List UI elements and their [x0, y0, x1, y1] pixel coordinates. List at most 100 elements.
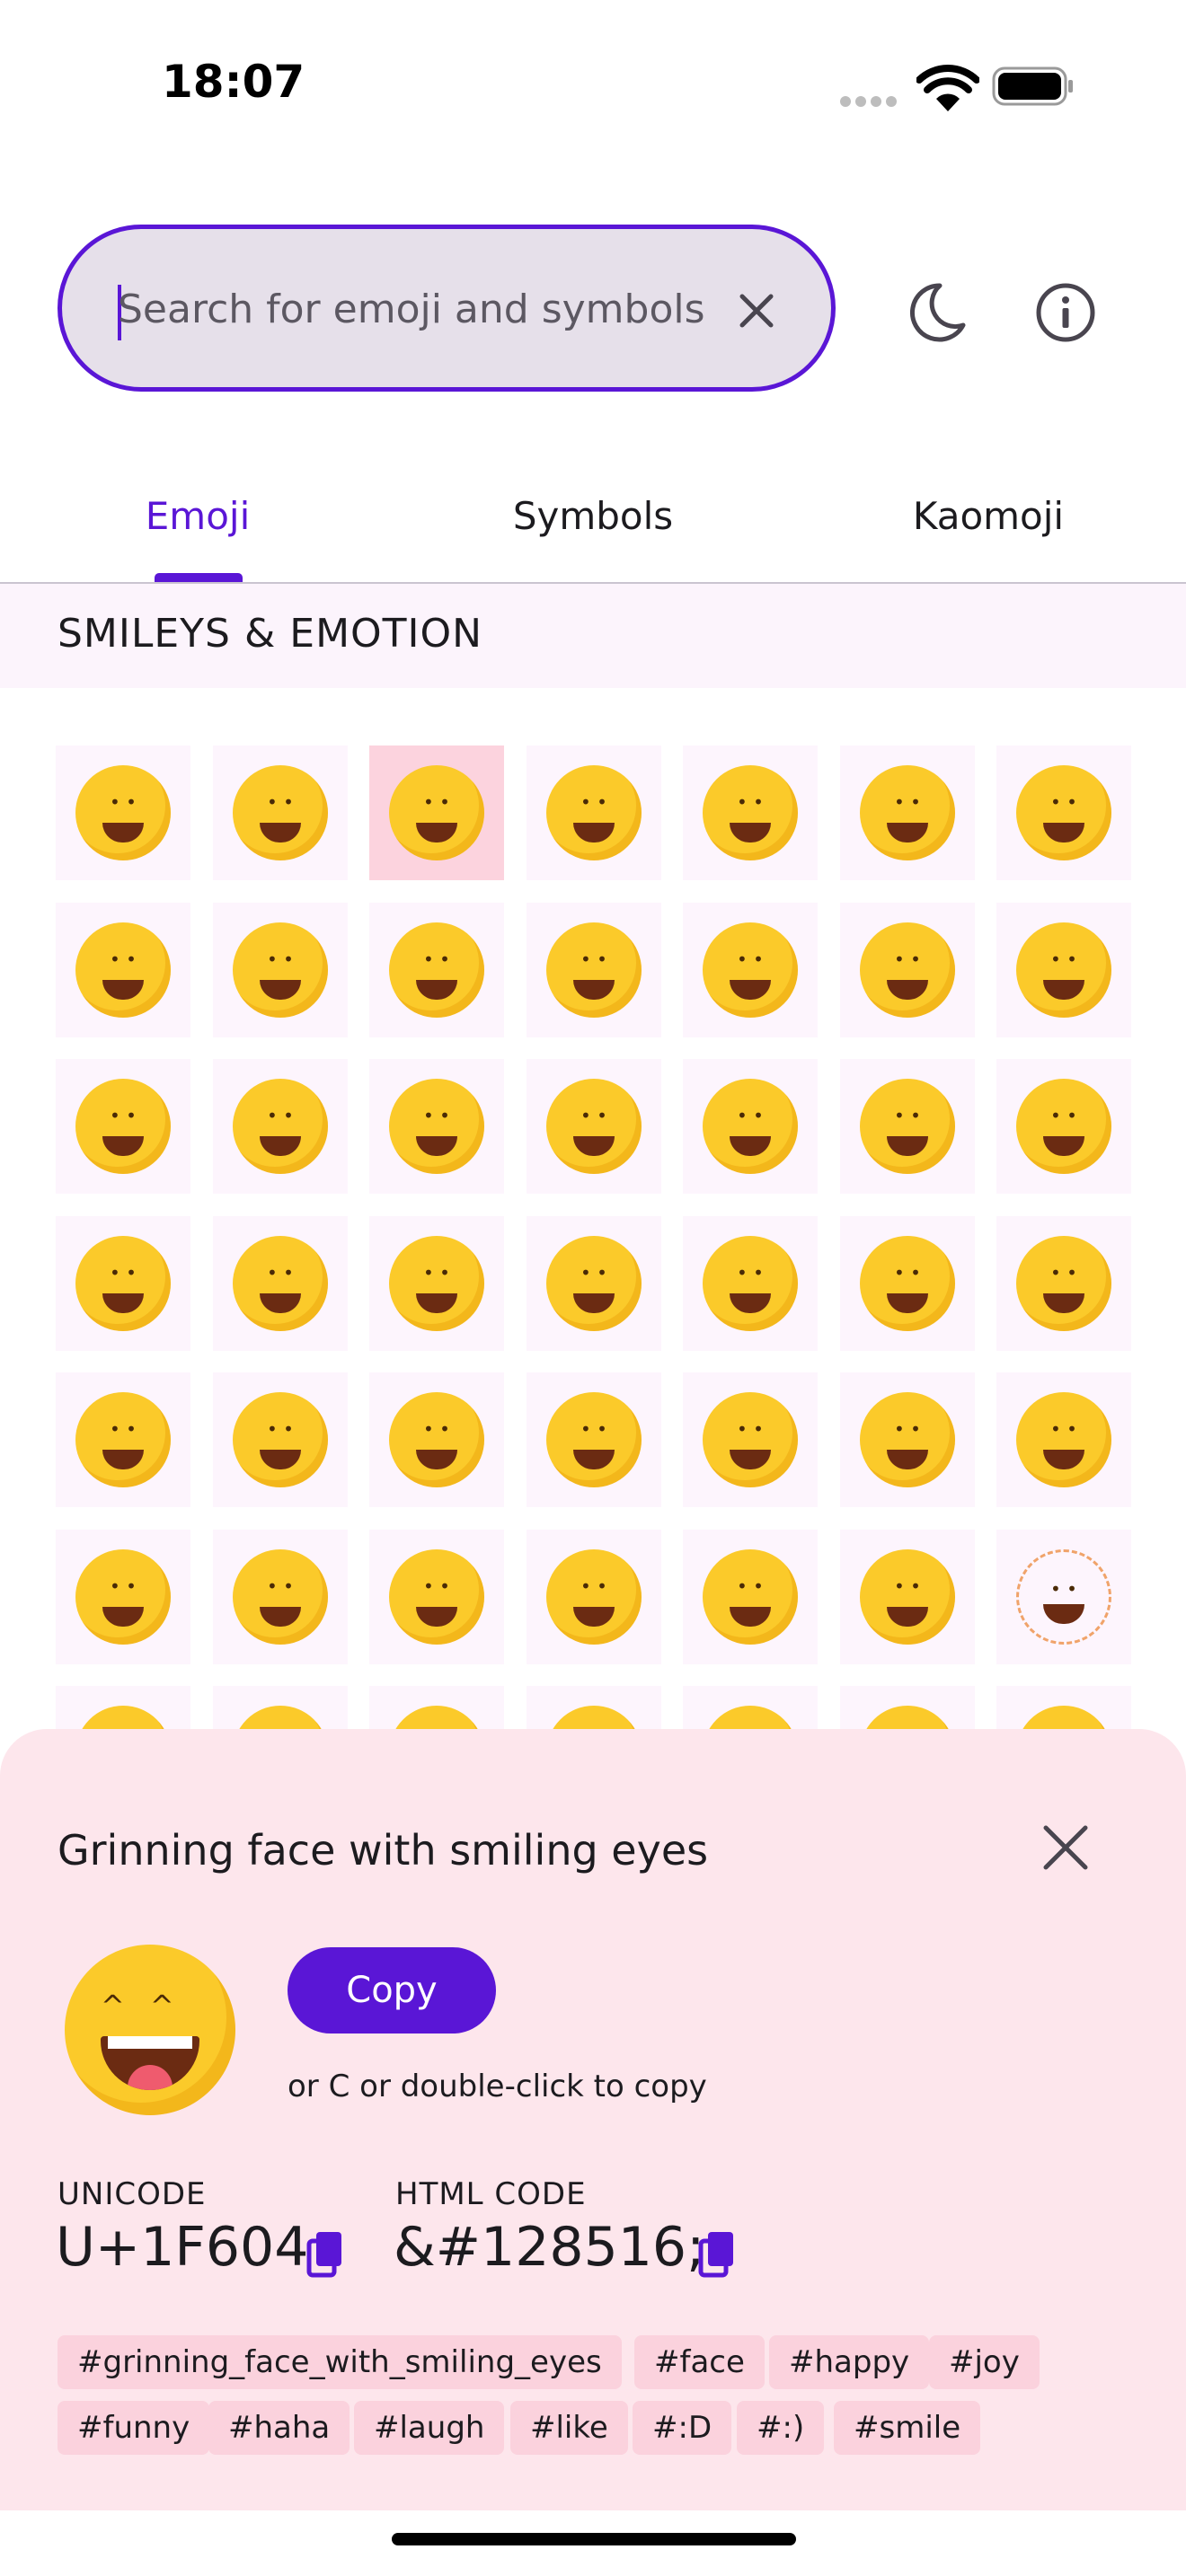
emoji-cell-face-savoring-food[interactable]: • • [369, 1216, 504, 1351]
emoji-name: Grinning face with smiling eyes [58, 1826, 709, 1875]
face-with-peeking-eye-icon: • • [703, 1392, 798, 1487]
zipper-mouth-face-icon: • • [233, 1549, 328, 1645]
emoji-cell-face-with-raised-eyebrow[interactable]: • • [369, 1530, 504, 1664]
face-without-mouth-icon: • • [860, 1549, 955, 1645]
tag-chip[interactable]: #smile [834, 2401, 981, 2455]
copy-hint: or C or double-click to copy [288, 2069, 707, 2104]
emoji-cell-winking-face[interactable]: • • [683, 903, 818, 1037]
active-tab-indicator [155, 573, 243, 582]
battery-icon [992, 66, 1073, 106]
status-bar: 18:07 [0, 0, 1186, 171]
info-icon[interactable] [1028, 275, 1103, 350]
emoji-cell-smiling-face-with-tear[interactable]: • • [213, 1216, 348, 1351]
tag-chip[interactable]: #:) [737, 2401, 825, 2455]
emoji-cell-dotted-line-face[interactable]: • • [996, 1530, 1131, 1664]
emoji-cell[interactable] [527, 1686, 661, 1734]
emoji-cell-expressionless-face[interactable]: • • [683, 1530, 818, 1664]
emoji-cell-smiling-face-with-open-hands[interactable]: • • [213, 1372, 348, 1507]
emoji-cell-grinning-face-with-big-eyes[interactable]: • • [213, 745, 348, 880]
tag-chip[interactable]: #joy [929, 2335, 1040, 2389]
emoji-cell[interactable] [56, 1686, 190, 1734]
face-savoring-food-icon: • • [389, 1236, 484, 1331]
emoji-cell[interactable] [369, 1686, 504, 1734]
face-with-tongue-icon: • • [546, 1236, 642, 1331]
emoji-cell-rolling-on-floor-laughing[interactable]: • • [996, 745, 1131, 880]
emoji-cell-face-with-tears-of-joy[interactable]: • • [56, 903, 190, 1037]
emoji-cell-star-struck[interactable]: • • [369, 1059, 504, 1194]
emoji-cell-money-mouth-face[interactable]: • • [56, 1372, 190, 1507]
emoji-cell-zany-face[interactable]: • • [840, 1216, 975, 1351]
emoji-cell[interactable] [683, 1686, 818, 1734]
tag-chip[interactable]: #:D [633, 2401, 732, 2455]
copy-html-code-icon[interactable] [697, 2228, 737, 2279]
copy-unicode-icon[interactable] [305, 2228, 345, 2279]
emoji-cell-neutral-face[interactable]: • • [527, 1530, 661, 1664]
emoji-cell-thinking-face[interactable]: • • [996, 1372, 1131, 1507]
slightly-smiling-face-icon: • • [233, 922, 328, 1018]
emoji-cell-grinning-squinting-face[interactable]: • • [683, 745, 818, 880]
smiling-face-with-open-hands-icon: • • [233, 1392, 328, 1487]
emoji-cell-shushing-face[interactable]: • • [840, 1372, 975, 1507]
tab-kaomoji[interactable]: Kaomoji [881, 494, 1096, 538]
emoji-cell-face-without-mouth[interactable]: • • [840, 1530, 975, 1664]
tag-chip[interactable]: #laugh [354, 2401, 505, 2455]
emoji-cell-smiling-face-with-heart-eyes[interactable]: • • [213, 1059, 348, 1194]
emoji-cell-smiling-face-with-smiling-eyes[interactable]: • • [840, 903, 975, 1037]
tag-chip[interactable]: #like [510, 2401, 628, 2455]
tag-chip[interactable]: #haha [208, 2401, 350, 2455]
thinking-face-icon: • • [1016, 1392, 1111, 1487]
emoji-cell-winking-face-with-tongue[interactable]: • • [683, 1216, 818, 1351]
emoji-cell-kissing-face[interactable]: • • [683, 1059, 818, 1194]
wifi-icon [916, 65, 979, 111]
emoji-cell[interactable] [996, 1686, 1131, 1734]
emoji-cell-grinning-face[interactable]: • • [56, 745, 190, 880]
grinning-face-with-sweat-icon: • • [860, 765, 955, 860]
tag-chip[interactable]: #funny [58, 2401, 210, 2455]
emoji-cell-face-with-open-eyes-and-hand-over-mouth[interactable]: • • [527, 1372, 661, 1507]
section-title: SMILEYS & EMOTION [58, 611, 483, 657]
shushing-face-icon: • • [860, 1392, 955, 1487]
copy-button[interactable]: Copy [288, 1947, 496, 2033]
tab-symbols[interactable]: Symbols [485, 494, 701, 538]
zany-face-icon: • • [860, 1236, 955, 1331]
emoji-cell-zipper-mouth-face[interactable]: • • [213, 1530, 348, 1664]
emoji-cell-slightly-smiling-face[interactable]: • • [213, 903, 348, 1037]
section-header: SMILEYS & EMOTION [0, 584, 1186, 688]
grinning-face-icon: • • [75, 765, 171, 860]
tag-chip[interactable]: #face [634, 2335, 765, 2389]
emoji-cell-saluting-face[interactable]: • • [56, 1530, 190, 1664]
emoji-cell[interactable] [840, 1686, 975, 1734]
emoji-cell-smiling-face-with-halo[interactable]: • • [996, 903, 1131, 1037]
emoji-cell[interactable] [213, 1686, 348, 1734]
emoji-cell-smiling-face[interactable]: • • [840, 1059, 975, 1194]
emoji-cell-grinning-face-with-sweat[interactable]: • • [840, 745, 975, 880]
emoji-cell-kissing-face-with-smiling-eyes[interactable]: • • [56, 1216, 190, 1351]
beaming-face-icon: • • [546, 765, 642, 860]
face-with-hand-over-mouth-icon: • • [389, 1392, 484, 1487]
tab-emoji[interactable]: Emoji [90, 494, 305, 538]
emoji-cell-kissing-face-with-closed-eyes[interactable]: • • [996, 1059, 1131, 1194]
emoji-cell-squinting-face-with-tongue[interactable]: • • [996, 1216, 1131, 1351]
emoji-cell-grinning-face-with-smiling-eyes[interactable]: • • [369, 745, 504, 880]
emoji-cell-melting-face[interactable]: • • [527, 903, 661, 1037]
emoji-cell-face-with-hand-over-mouth[interactable]: • • [369, 1372, 504, 1507]
emoji-cell-upside-down-face[interactable]: • • [369, 903, 504, 1037]
tag-chip[interactable]: #happy [769, 2335, 930, 2389]
kissing-face-with-smiling-eyes-icon: • • [75, 1236, 171, 1331]
smiling-face-with-hearts-icon: • • [75, 1079, 171, 1174]
emoji-detail-sheet: Grinning face with smiling eyes ^^ Copy … [0, 1729, 1186, 2510]
emoji-cell-beaming-face[interactable]: • • [527, 745, 661, 880]
emoji-cell-face-with-tongue[interactable]: • • [527, 1216, 661, 1351]
tag-chip[interactable]: #grinning_face_with_smiling_eyes [58, 2335, 622, 2389]
clear-search-icon[interactable] [727, 281, 786, 340]
emoji-cell-smiling-face-with-hearts[interactable]: • • [56, 1059, 190, 1194]
dark-mode-icon[interactable] [898, 275, 974, 350]
emoji-cell-face-with-peeking-eye[interactable]: • • [683, 1372, 818, 1507]
unicode-label: UNICODE [58, 2176, 207, 2212]
star-struck-icon: • • [389, 1079, 484, 1174]
search-input[interactable]: Search for emoji and symbols [58, 225, 836, 392]
close-icon[interactable] [1033, 1815, 1098, 1880]
html-code-value[interactable]: &#128516; [394, 2216, 704, 2279]
unicode-value[interactable]: U+1F604 [56, 2216, 308, 2279]
emoji-cell-face-blowing-a-kiss[interactable]: • • [527, 1059, 661, 1194]
